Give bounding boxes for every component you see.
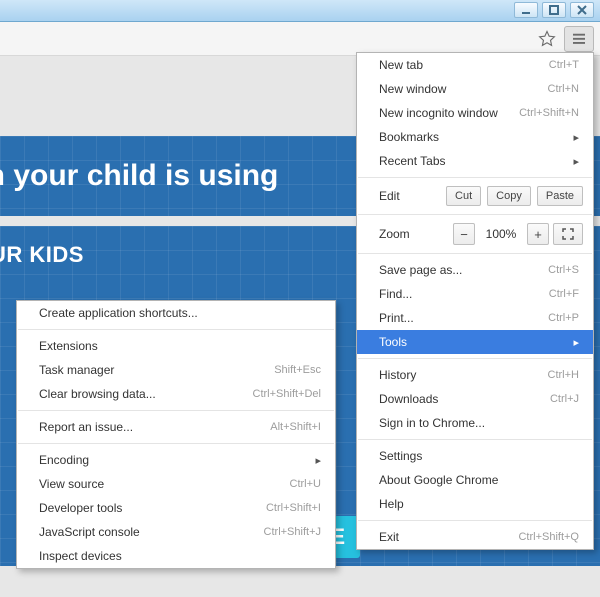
edit-cut-button[interactable]: Cut	[446, 186, 481, 206]
menu-separator	[358, 520, 592, 521]
zoom-out-button[interactable]: −	[453, 223, 475, 245]
menu-find[interactable]: Find... Ctrl+F	[357, 282, 593, 306]
window-minimize-button[interactable]	[514, 2, 538, 18]
fullscreen-icon	[562, 228, 574, 240]
star-icon	[538, 30, 556, 48]
menu-separator	[358, 358, 592, 359]
menu-bookmarks[interactable]: Bookmarks	[357, 125, 593, 149]
window-close-button[interactable]	[570, 2, 594, 18]
menu-separator	[358, 439, 592, 440]
tools-extensions[interactable]: Extensions	[17, 334, 335, 358]
menu-exit[interactable]: Exit Ctrl+Shift+Q	[357, 525, 593, 549]
menu-zoom-label: Zoom	[379, 227, 410, 241]
menu-separator	[358, 177, 592, 178]
hamburger-icon	[570, 30, 588, 48]
menu-new-tab[interactable]: New tab Ctrl+T	[357, 53, 593, 77]
menu-downloads[interactable]: Downloads Ctrl+J	[357, 387, 593, 411]
tools-task-manager[interactable]: Task manager Shift+Esc	[17, 358, 335, 382]
menu-separator	[18, 443, 334, 444]
menu-save-page[interactable]: Save page as... Ctrl+S	[357, 258, 593, 282]
menu-new-window[interactable]: New window Ctrl+N	[357, 77, 593, 101]
hero-headline: en your child is using	[0, 159, 278, 193]
tools-encoding[interactable]: Encoding	[17, 448, 335, 472]
menu-separator	[358, 253, 592, 254]
zoom-value: 100%	[479, 227, 523, 241]
menu-help[interactable]: Help	[357, 492, 593, 516]
menu-about[interactable]: About Google Chrome	[357, 468, 593, 492]
tools-clear-data[interactable]: Clear browsing data... Ctrl+Shift+Del	[17, 382, 335, 406]
tools-create-shortcuts[interactable]: Create application shortcuts...	[17, 301, 335, 325]
menu-print[interactable]: Print... Ctrl+P	[357, 306, 593, 330]
chrome-main-menu: New tab Ctrl+T New window Ctrl+N New inc…	[356, 52, 594, 550]
edit-copy-button[interactable]: Copy	[487, 186, 531, 206]
menu-new-incognito[interactable]: New incognito window Ctrl+Shift+N	[357, 101, 593, 125]
menu-edit-label: Edit	[379, 189, 400, 203]
tools-inspect-devices[interactable]: Inspect devices	[17, 544, 335, 568]
browser-toolbar	[0, 22, 600, 56]
menu-separator	[18, 329, 334, 330]
tools-report-issue[interactable]: Report an issue... Alt+Shift+I	[17, 415, 335, 439]
window-chrome	[0, 0, 600, 22]
tools-js-console[interactable]: JavaScript console Ctrl+Shift+J	[17, 520, 335, 544]
window-maximize-button[interactable]	[542, 2, 566, 18]
edit-paste-button[interactable]: Paste	[537, 186, 583, 206]
menu-recent-tabs[interactable]: Recent Tabs	[357, 149, 593, 173]
bookmark-star-button[interactable]	[532, 26, 562, 52]
zoom-in-button[interactable]: +	[527, 223, 549, 245]
tools-developer-tools[interactable]: Developer tools Ctrl+Shift+I	[17, 496, 335, 520]
menu-edit-row: Edit Cut Copy Paste	[357, 182, 593, 210]
tools-view-source[interactable]: View source Ctrl+U	[17, 472, 335, 496]
menu-tools[interactable]: Tools	[357, 330, 593, 354]
menu-zoom-row: Zoom − 100% +	[357, 219, 593, 249]
tools-submenu: Create application shortcuts... Extensio…	[16, 300, 336, 569]
customize-menu-button[interactable]	[564, 26, 594, 52]
menu-settings[interactable]: Settings	[357, 444, 593, 468]
menu-separator	[18, 410, 334, 411]
menu-history[interactable]: History Ctrl+H	[357, 363, 593, 387]
menu-separator	[358, 214, 592, 215]
menu-signin[interactable]: Sign in to Chrome...	[357, 411, 593, 435]
fullscreen-button[interactable]	[553, 223, 583, 245]
